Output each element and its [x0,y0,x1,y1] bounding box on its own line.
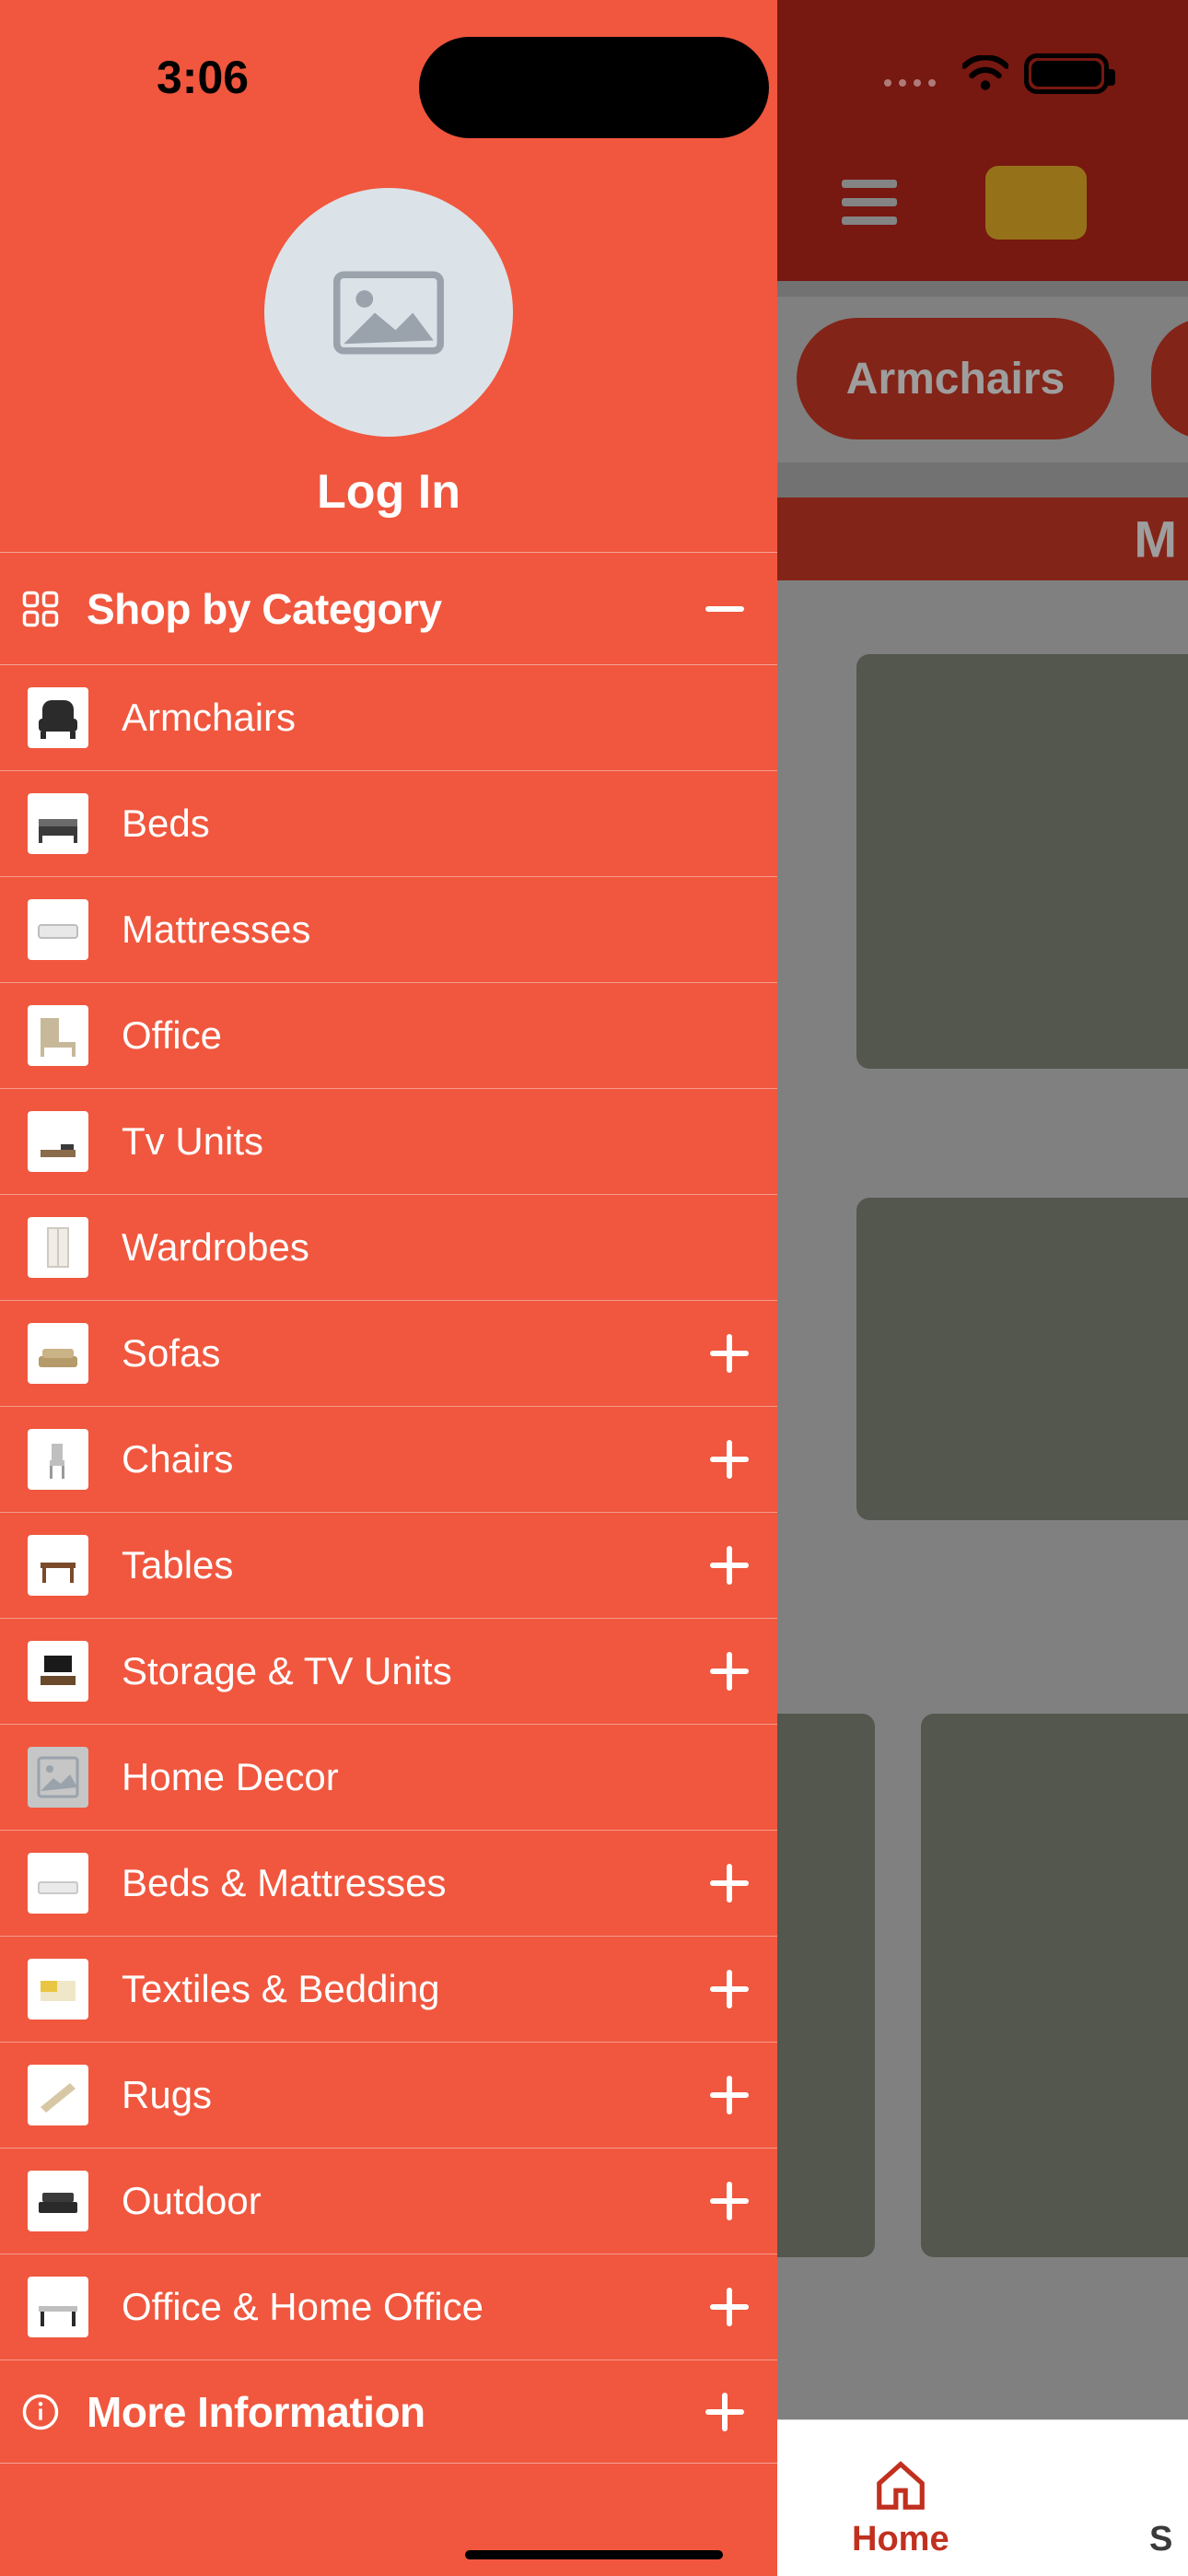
category-label: Chairs [88,1437,702,1481]
image-placeholder-icon [333,269,444,357]
category-label: Mattresses [88,907,757,952]
section-shop-by-category[interactable]: Shop by Category [0,553,777,665]
category-thumb [28,1959,88,2020]
category-label: Armchairs [88,696,757,740]
category-office-home-office[interactable]: Office & Home Office [0,2254,777,2360]
login-link[interactable]: Log In [317,464,460,520]
nav-partial-label: S [1149,2520,1172,2559]
category-thumb [28,1005,88,1066]
grid-icon [13,590,68,628]
category-storage-tv-units[interactable]: Storage & TV Units [0,1619,777,1725]
section-title: More Information [68,2387,693,2437]
category-thumb [28,793,88,854]
category-thumb [28,899,88,960]
nav-partial[interactable]: S [1149,2520,1172,2559]
expand-icon[interactable] [702,2288,757,2326]
expand-icon[interactable] [702,1440,757,1479]
category-thumb [28,2277,88,2337]
category-label: Office [88,1013,757,1058]
nav-home[interactable]: Home [852,2457,949,2559]
category-label: Textiles & Bedding [88,1967,702,2011]
category-label: Tv Units [88,1119,757,1164]
category-sofas[interactable]: Sofas [0,1301,777,1407]
section-title: Shop by Category [68,584,693,634]
category-label: Storage & TV Units [88,1649,702,1693]
category-label: Home Decor [88,1755,757,1799]
category-tables[interactable]: Tables [0,1513,777,1619]
expand-icon[interactable] [702,1334,757,1373]
navigation-drawer: Log In Shop by Category Armchairs Beds Mat… [0,0,777,2576]
home-indicator [465,2550,723,2559]
category-outdoor[interactable]: Outdoor [0,2149,777,2254]
category-wardrobes[interactable]: Wardrobes [0,1195,777,1301]
category-thumb [28,2065,88,2125]
nav-home-label: Home [852,2520,949,2559]
category-thumb [28,1747,88,1808]
expand-icon[interactable] [702,1864,757,1903]
category-thumb [28,1217,88,1278]
category-label: Wardrobes [88,1225,757,1270]
expand-icon[interactable] [702,1546,757,1585]
category-home-decor[interactable]: Home Decor [0,1725,777,1831]
dynamic-island [419,37,769,138]
category-thumb [28,1323,88,1384]
category-beds[interactable]: Beds [0,771,777,877]
category-label: Beds [88,802,757,846]
category-thumb [28,687,88,748]
category-office[interactable]: Office [0,983,777,1089]
expand-icon[interactable] [702,2182,757,2220]
category-armchairs[interactable]: Armchairs [0,665,777,771]
category-label: Sofas [88,1331,702,1376]
category-beds-mattresses[interactable]: Beds & Mattresses [0,1831,777,1937]
home-icon [872,2457,929,2514]
expand-icon[interactable] [693,2393,757,2431]
category-label: Tables [88,1543,702,1587]
category-label: Rugs [88,2073,702,2117]
avatar[interactable] [264,188,513,437]
expand-icon[interactable] [702,2076,757,2114]
category-label: Beds & Mattresses [88,1861,702,1905]
category-label: Office & Home Office [88,2285,702,2329]
section-more-information[interactable]: More Information [0,2360,777,2464]
collapse-icon[interactable] [693,606,757,612]
category-label: Outdoor [88,2179,702,2223]
expand-icon[interactable] [702,1652,757,1691]
category-thumb [28,1111,88,1172]
info-icon [13,2393,68,2431]
category-thumb [28,1853,88,1914]
category-chairs[interactable]: Chairs [0,1407,777,1513]
category-thumb [28,1535,88,1596]
category-thumb [28,1641,88,1702]
category-thumb [28,1429,88,1490]
category-tv-units[interactable]: Tv Units [0,1089,777,1195]
category-rugs[interactable]: Rugs [0,2043,777,2149]
category-thumb [28,2171,88,2231]
category-textiles-bedding[interactable]: Textiles & Bedding [0,1937,777,2043]
category-mattresses[interactable]: Mattresses [0,877,777,983]
expand-icon[interactable] [702,1970,757,2008]
